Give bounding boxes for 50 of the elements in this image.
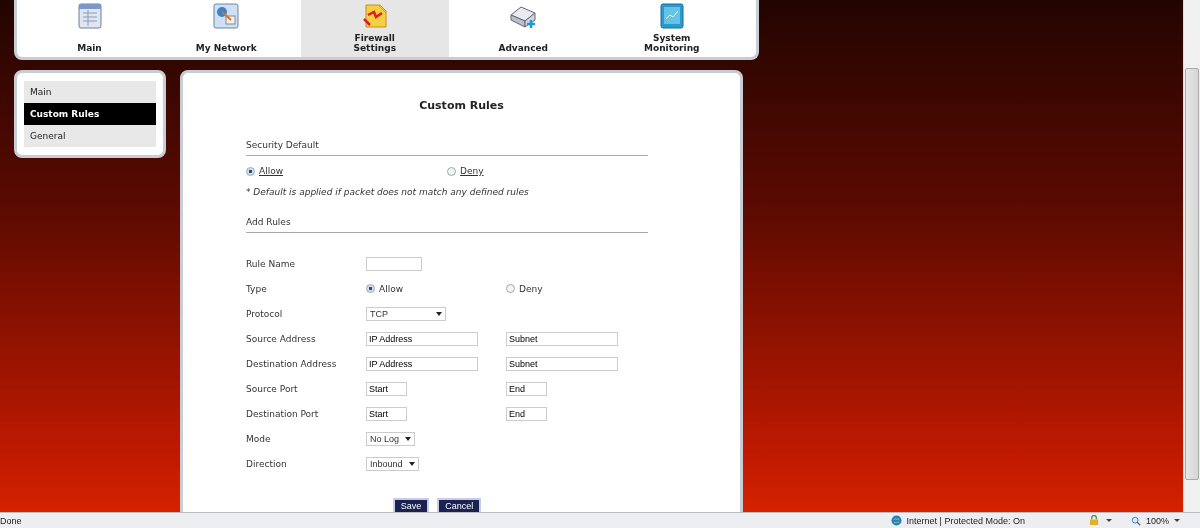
- sidebar-item[interactable]: Custom Rules: [24, 103, 156, 125]
- text-field[interactable]: Subnet: [506, 331, 618, 346]
- radio-option[interactable]: Allow: [366, 283, 506, 294]
- nav-tab[interactable]: System Monitoring: [597, 0, 746, 57]
- security-zone-text: Internet | Protected Mode: On: [906, 515, 1025, 526]
- zoom-icon: [1130, 515, 1141, 526]
- radio-option[interactable]: Deny: [447, 166, 648, 176]
- text-field[interactable]: [366, 256, 422, 271]
- dropdown[interactable]: TCP: [366, 306, 446, 321]
- text-field[interactable]: End: [506, 381, 547, 396]
- field-label: Source Port: [246, 383, 299, 394]
- dropdown[interactable]: Inbound: [366, 456, 419, 471]
- field-label: Rule Name: [246, 258, 296, 269]
- text-field[interactable]: Start: [366, 406, 407, 421]
- form-button[interactable]: Cancel: [437, 498, 482, 512]
- caret-icon: [405, 436, 412, 441]
- field-label: Direction: [246, 458, 288, 469]
- text-field[interactable]: IP Address: [366, 356, 478, 371]
- field-label: Destination Port: [246, 408, 320, 419]
- zoom-level[interactable]: 100%: [1145, 515, 1169, 526]
- nav-tab[interactable]: Main: [27, 0, 152, 57]
- field-label: Protocol: [246, 308, 284, 319]
- nav-tab[interactable]: Firewall Settings: [300, 0, 449, 57]
- radio-option[interactable]: Deny: [506, 283, 646, 294]
- section-heading: Add Rules: [246, 217, 292, 229]
- sidebar-item[interactable]: Main: [24, 81, 156, 103]
- field-label: Mode: [246, 433, 272, 444]
- page-title: Custom Rules: [418, 99, 505, 112]
- field-label: Destination Address: [246, 358, 338, 369]
- text-field[interactable]: Subnet: [506, 356, 618, 371]
- lock-icon[interactable]: [1087, 515, 1101, 526]
- globe-icon: [890, 515, 902, 526]
- dropdown[interactable]: No Log: [366, 431, 416, 446]
- caret-icon: [436, 311, 442, 316]
- network-icon: [211, 1, 242, 31]
- status-text: Done: [0, 515, 22, 526]
- nav-tab[interactable]: My Network: [152, 0, 301, 57]
- scrollbar[interactable]: [1183, 0, 1200, 512]
- text-field[interactable]: IP Address: [366, 331, 478, 346]
- field-label: Source Address: [246, 333, 317, 344]
- note-text: * Default is applied if packet does not match any defined rules: [246, 187, 530, 197]
- text-field[interactable]: End: [506, 406, 547, 421]
- radio-option[interactable]: Allow: [246, 166, 447, 176]
- caret-icon: [408, 461, 415, 466]
- sidebar-item[interactable]: General: [24, 125, 156, 147]
- text-field[interactable]: Start: [366, 381, 407, 396]
- nav-tab[interactable]: Advanced: [449, 0, 598, 57]
- field-label: Type: [246, 283, 268, 294]
- section-heading: Security Default: [246, 140, 320, 152]
- form-button[interactable]: Save: [392, 498, 430, 512]
